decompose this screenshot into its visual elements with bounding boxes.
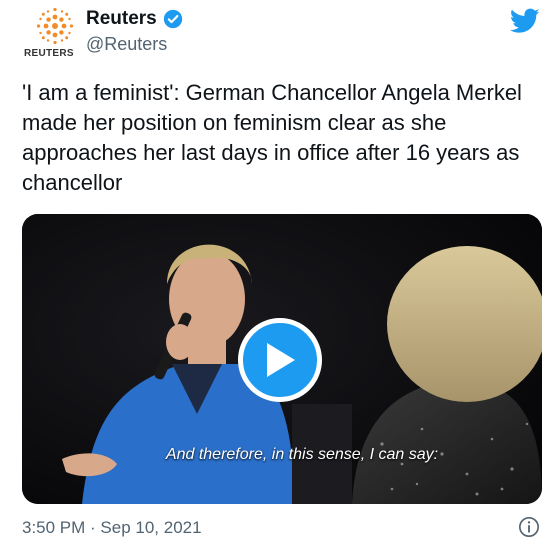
reuters-logo-icon xyxy=(36,7,74,45)
video-player[interactable]: And therefore, in this sense, I can say: xyxy=(22,214,542,504)
avatar-label: REUTERS xyxy=(24,48,74,59)
verified-badge-icon xyxy=(163,9,182,29)
tweet-footer: 3:50 PM · Sep 10, 2021 xyxy=(22,516,542,540)
info-icon[interactable] xyxy=(518,516,540,538)
author-handle[interactable]: @Reuters xyxy=(86,34,167,55)
author-display-name[interactable]: Reuters xyxy=(86,8,157,30)
author-name-row: Reuters xyxy=(86,8,183,30)
video-caption: And therefore, in this sense, I can say: xyxy=(165,446,439,463)
tweet-text: 'I am a feminist': German Chancellor Ang… xyxy=(22,80,522,195)
reuters-logo-avatar[interactable] xyxy=(32,6,78,52)
play-button[interactable] xyxy=(238,318,322,402)
tweet-header: REUTERS Reuters @Reuters xyxy=(24,6,544,66)
twitter-bird-icon[interactable] xyxy=(510,8,540,34)
play-icon xyxy=(267,343,295,377)
tweet-timestamp[interactable]: 3:50 PM · Sep 10, 2021 xyxy=(22,518,202,538)
